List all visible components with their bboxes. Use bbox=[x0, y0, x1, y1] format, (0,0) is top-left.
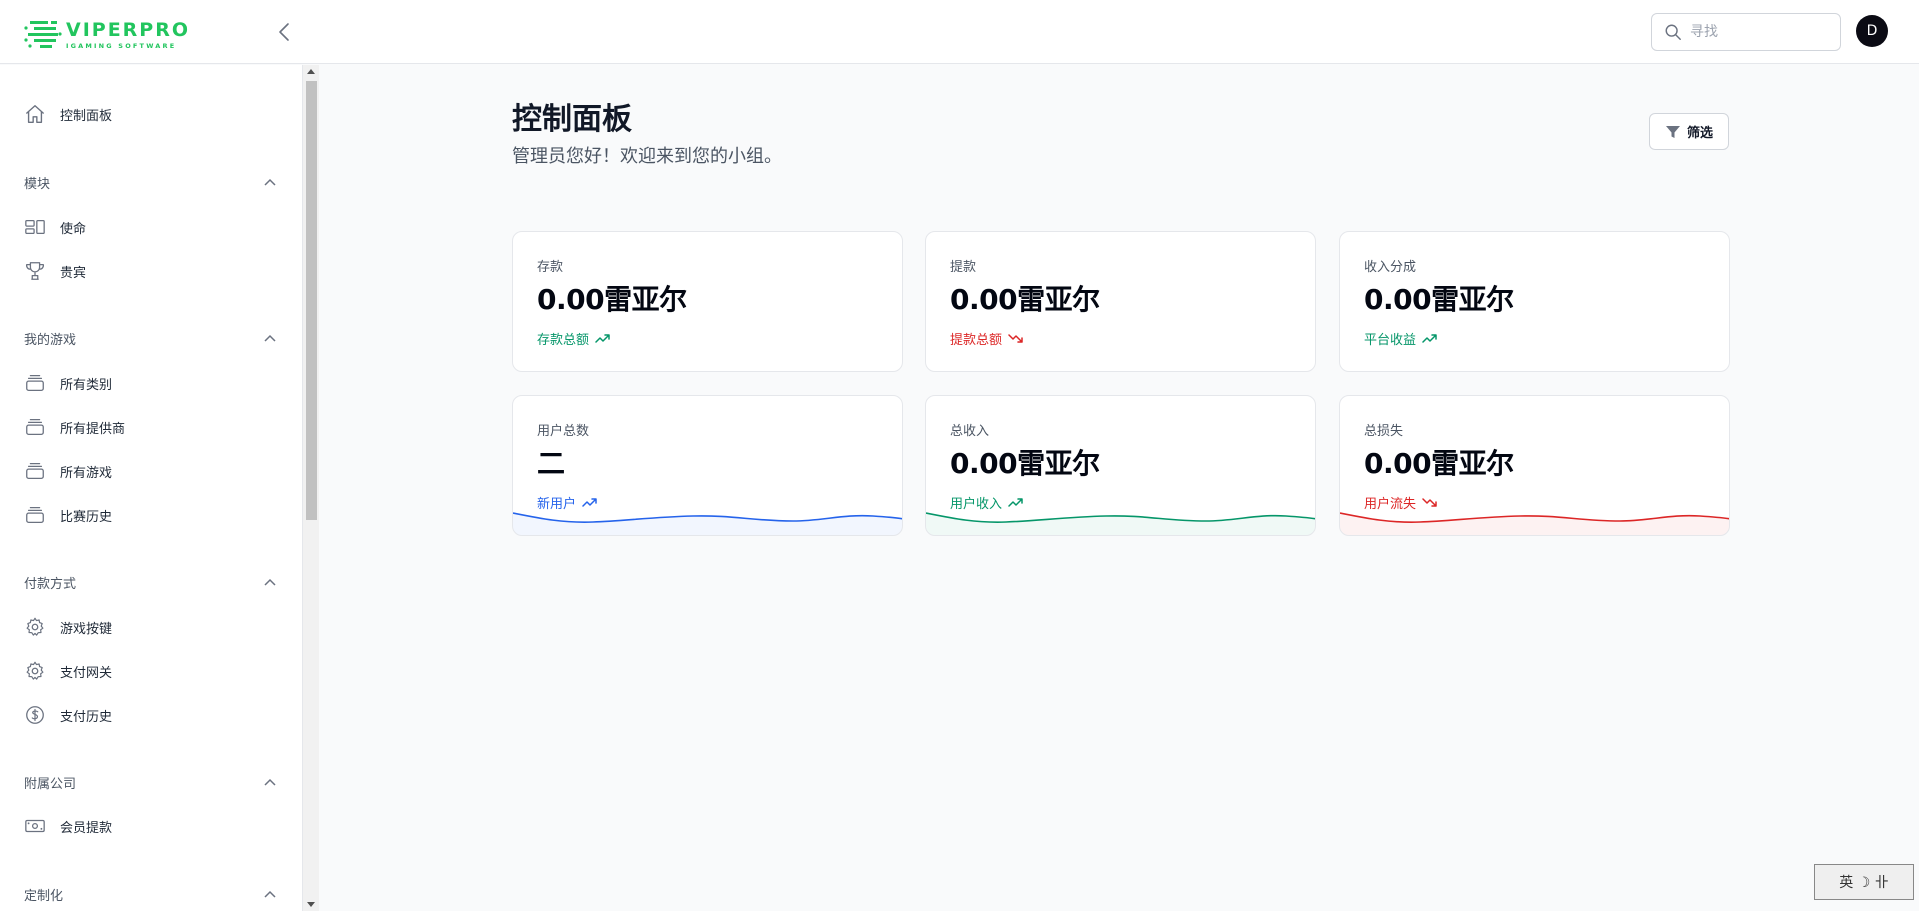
stat-card-value: 0.00雷亚尔 bbox=[950, 283, 1100, 316]
logo-subtitle: IGAMING SOFTWARE bbox=[66, 41, 177, 50]
section-label: 我的游戏 bbox=[24, 332, 77, 348]
stat-card-label: 总收入 bbox=[950, 424, 990, 439]
section-payment[interactable]: 付款方式 bbox=[24, 570, 276, 594]
stat-card-label: 收入分成 bbox=[1364, 260, 1417, 275]
chevron-left-icon bbox=[279, 23, 289, 41]
stat-card-total-users: 用户总数二新用户 bbox=[512, 395, 903, 536]
section-label: 付款方式 bbox=[24, 576, 77, 592]
user-avatar[interactable]: D bbox=[1856, 15, 1888, 47]
scroll-up-arrow-icon[interactable] bbox=[307, 69, 315, 74]
sidebar-item-payment-history[interactable]: 支付历史 bbox=[24, 701, 274, 729]
stat-card-label: 用户总数 bbox=[537, 424, 590, 439]
stat-card-label: 总损失 bbox=[1364, 424, 1404, 439]
stat-card-value: 二 bbox=[537, 447, 565, 480]
stat-card-value: 0.00雷亚尔 bbox=[950, 447, 1100, 480]
stat-card-value: 0.00雷亚尔 bbox=[1364, 283, 1514, 316]
stat-card-withdrawal: 提款 0.00雷亚尔提款总额 bbox=[925, 231, 1316, 372]
sparkline-chart bbox=[1340, 512, 1729, 535]
sidebar-item-label: 贵宾 bbox=[60, 265, 87, 281]
scrollbar-thumb[interactable] bbox=[306, 81, 317, 520]
section-custom[interactable]: 定制化 bbox=[24, 882, 276, 906]
sidebar-item-all-games[interactable]: 所有游戏 bbox=[24, 457, 274, 485]
sidebar-item-label: 所有类别 bbox=[60, 377, 113, 393]
layout-icon bbox=[25, 219, 45, 235]
logo[interactable]: VIPERPRO IGAMING SOFTWARE bbox=[24, 18, 190, 52]
sidebar: 控制面板 模块 使命 贵宾 我的游戏 所有类别 所有提供商 所有游戏 比赛历史 … bbox=[0, 65, 303, 911]
stat-card-trend-label: 提款总额 bbox=[950, 333, 1003, 348]
sidebar-item-label: 比赛历史 bbox=[60, 509, 113, 525]
top-header: VIPERPRO IGAMING SOFTWARE D bbox=[0, 0, 1919, 64]
sparkline-chart bbox=[513, 512, 902, 535]
page-subtitle: 管理员您好！欢迎来到您的小组。 bbox=[512, 146, 782, 167]
search-box[interactable] bbox=[1651, 13, 1841, 51]
stack-icon bbox=[26, 507, 44, 523]
stat-card-deposit: 存款 0.00雷亚尔存款总额 bbox=[512, 231, 903, 372]
banknote-icon bbox=[25, 819, 45, 833]
stat-card-label: 存款 bbox=[537, 260, 564, 275]
search-icon bbox=[1665, 24, 1681, 40]
sidebar-item-label: 会员提款 bbox=[60, 820, 113, 836]
sidebar-item-label: 支付历史 bbox=[60, 709, 113, 725]
section-label: 附属公司 bbox=[24, 776, 77, 792]
gear-icon bbox=[26, 617, 44, 636]
chevron-up-icon bbox=[264, 578, 276, 586]
sidebar-item-label: 游戏按键 bbox=[60, 621, 113, 637]
sidebar-item-label: 所有游戏 bbox=[60, 465, 113, 481]
sidebar-item-mission[interactable]: 使命 bbox=[24, 213, 274, 241]
section-my-games[interactable]: 我的游戏 bbox=[24, 326, 276, 350]
sidebar-item-label: 控制面板 bbox=[60, 108, 113, 124]
sidebar-item-game-keys[interactable]: 游戏按键 bbox=[24, 613, 274, 641]
filter-button[interactable]: 筛选 bbox=[1649, 113, 1729, 150]
trending-up-icon bbox=[595, 334, 610, 343]
stat-card-total-loss: 总损失 0.00雷亚尔 用户流失 bbox=[1339, 395, 1730, 536]
stat-card-value: 0.00雷亚尔 bbox=[1364, 447, 1514, 480]
sidebar-item-match-history[interactable]: 比赛历史 bbox=[24, 501, 274, 529]
scroll-down-arrow-icon[interactable] bbox=[307, 902, 315, 907]
sidebar-item-label: 使命 bbox=[60, 221, 87, 237]
home-icon bbox=[26, 105, 44, 123]
section-affiliate[interactable]: 附属公司 bbox=[24, 770, 276, 794]
sidebar-item-vip[interactable]: 贵宾 bbox=[24, 257, 274, 285]
chevron-up-icon bbox=[264, 778, 276, 786]
gear-icon bbox=[26, 661, 44, 680]
sidebar-item-all-providers[interactable]: 所有提供商 bbox=[24, 413, 274, 441]
stat-card-trend-label: 存款总额 bbox=[537, 333, 590, 348]
stat-card-total-income: 总收入 0.00雷亚尔 用户收入 bbox=[925, 395, 1316, 536]
sidebar-item-payment-gateway[interactable]: 支付网关 bbox=[24, 657, 274, 685]
stat-card-value: 0.00雷亚尔 bbox=[537, 283, 687, 316]
sidebar-item-member-withdrawal[interactable]: 会员提款 bbox=[24, 812, 274, 840]
section-modules[interactable]: 模块 bbox=[24, 170, 276, 194]
sidebar-item-all-categories[interactable]: 所有类别 bbox=[24, 369, 274, 397]
sidebar-item-label: 支付网关 bbox=[60, 665, 113, 681]
sidebar-item-dashboard[interactable]: 控制面板 bbox=[24, 100, 274, 128]
stack-icon bbox=[26, 375, 44, 391]
ime-indicator[interactable]: 英 ☽ 卝 bbox=[1814, 864, 1914, 900]
stat-card-label: 提款 bbox=[950, 260, 977, 275]
logo-icon bbox=[24, 19, 62, 51]
stack-icon bbox=[26, 463, 44, 479]
sidebar-collapse-button[interactable] bbox=[274, 20, 294, 44]
chevron-up-icon bbox=[264, 334, 276, 342]
dollar-circle-icon bbox=[26, 706, 44, 724]
filter-button-label: 筛选 bbox=[1686, 126, 1713, 141]
stat-card-trend-label: 平台收益 bbox=[1364, 333, 1417, 348]
sidebar-scrollbar[interactable] bbox=[303, 65, 319, 911]
filter-icon bbox=[1665, 125, 1680, 138]
trending-up-icon bbox=[1422, 334, 1437, 343]
trophy-icon bbox=[26, 262, 44, 280]
stat-card-revenue-share: 收入分成 0.00雷亚尔平台收益 bbox=[1339, 231, 1730, 372]
sparkline-chart bbox=[926, 512, 1315, 535]
logo-title: VIPERPRO bbox=[66, 18, 191, 41]
stack-icon bbox=[26, 419, 44, 435]
trending-down-icon bbox=[1008, 334, 1023, 343]
chevron-up-icon bbox=[264, 178, 276, 186]
sidebar-item-label: 所有提供商 bbox=[60, 421, 126, 437]
section-label: 定制化 bbox=[24, 888, 64, 904]
section-label: 模块 bbox=[24, 176, 51, 192]
search-input[interactable] bbox=[1690, 24, 1830, 40]
chevron-up-icon bbox=[264, 890, 276, 898]
page-title: 控制面板 bbox=[512, 102, 632, 137]
